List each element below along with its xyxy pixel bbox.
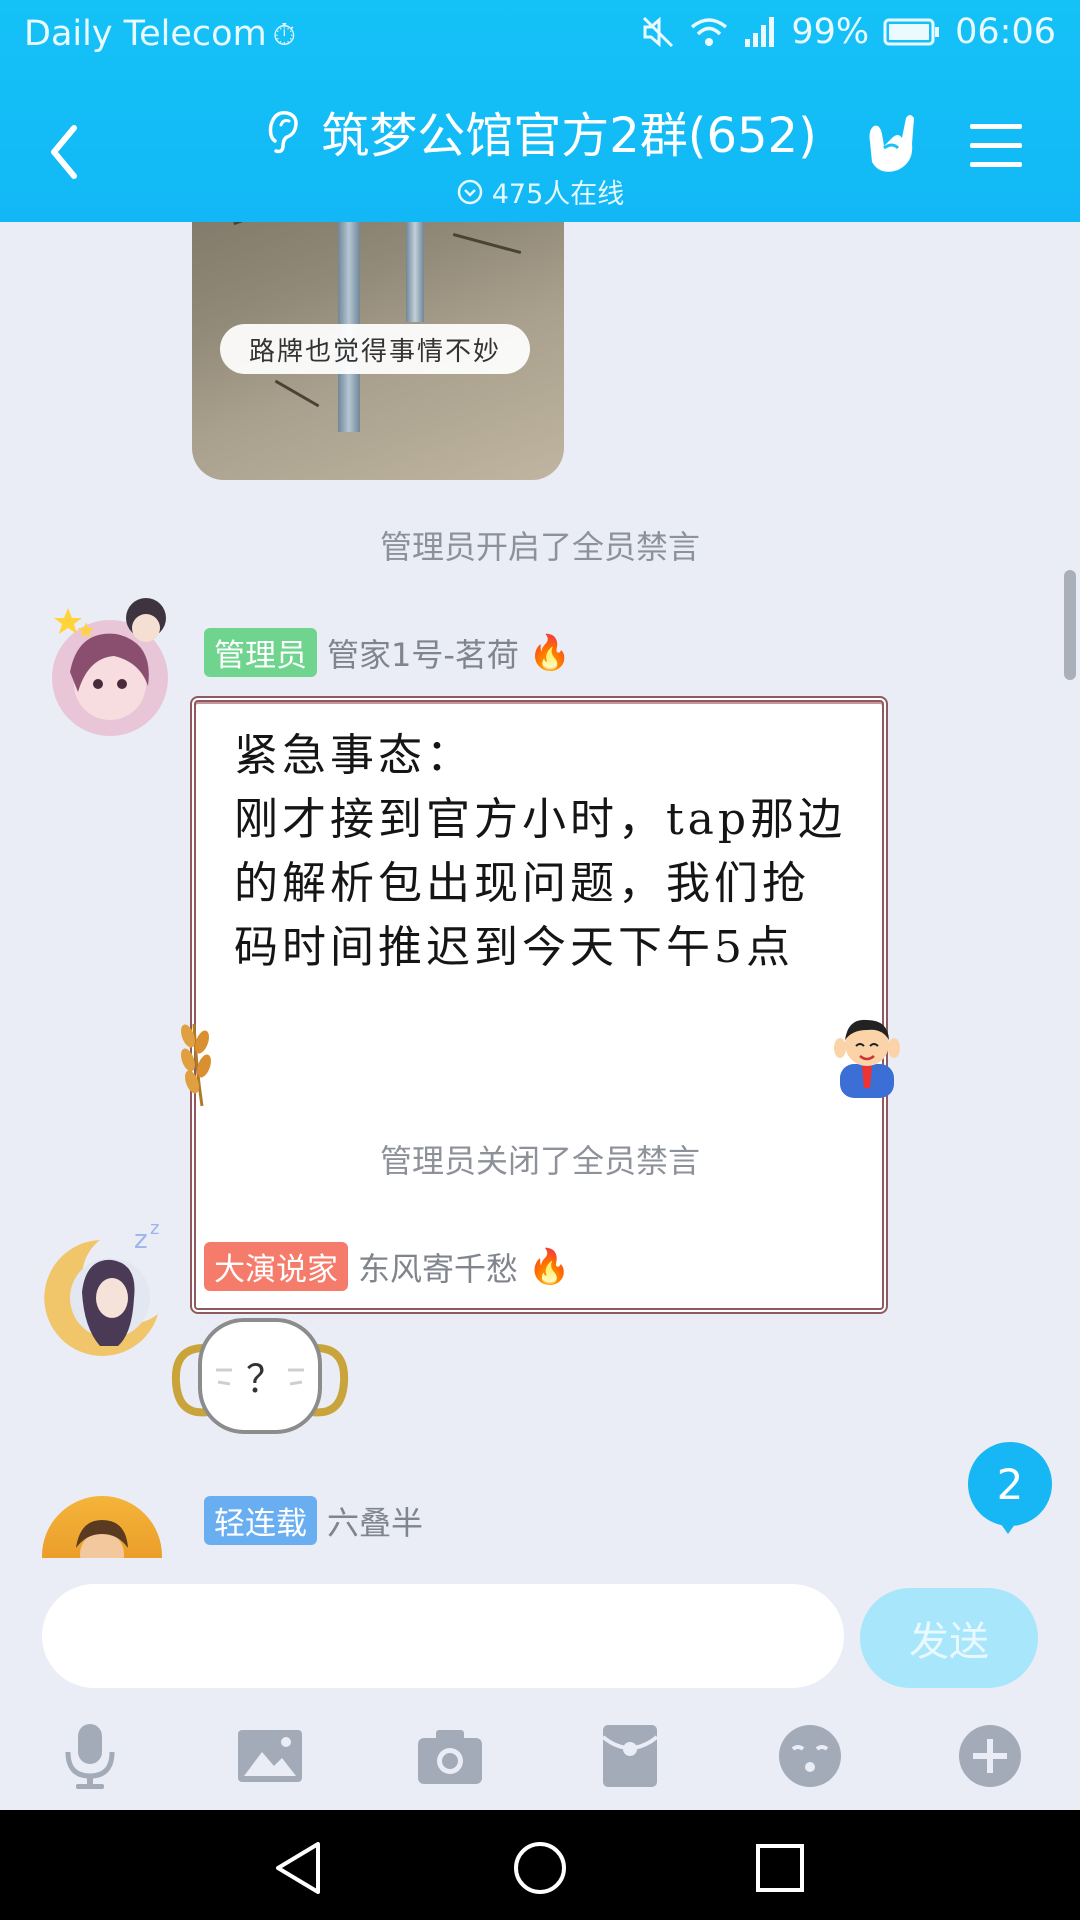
input-toolbar [0, 1710, 1080, 1810]
sticker-text: ？ [246, 1357, 285, 1401]
signal-icon [745, 17, 775, 47]
nav-home-icon[interactable] [510, 1838, 570, 1898]
status-icons: 99% 06:06 [641, 12, 1056, 52]
svg-text:z: z [150, 1218, 159, 1239]
fire-icon: 🔥 [528, 1246, 571, 1287]
unread-count-badge[interactable]: 2 [968, 1442, 1052, 1534]
wheat-icon [181, 1023, 211, 1107]
status-bar: Daily Telecom ⏱ 99% 06:06 [0, 0, 1080, 72]
avatar[interactable] [42, 1496, 162, 1558]
fire-icon: 🔥 [528, 632, 572, 673]
sender-name[interactable]: 六叠半 [327, 1498, 423, 1544]
sender-row: 管理员 管家1号-茗荷 🔥 [204, 628, 571, 677]
svg-text:z: z [134, 1225, 148, 1255]
avatar-image [76, 1520, 128, 1558]
menu-icon[interactable] [968, 120, 1024, 172]
image-branch [452, 232, 522, 255]
mute-icon [643, 16, 674, 48]
nav-recents-icon[interactable] [750, 1838, 810, 1898]
title-badge: 轻连载 [204, 1496, 317, 1545]
shared-image[interactable]: 路牌也觉得事情不妙 [192, 222, 564, 480]
image-caption: 路牌也觉得事情不妙 [220, 324, 530, 374]
clock: 06:06 [955, 12, 1056, 52]
image-branch [274, 379, 320, 408]
scrollbar[interactable] [1064, 570, 1076, 680]
chat-area[interactable]: 路牌也觉得事情不妙 管理员开启了全员禁言 管理员 管家1号-茗荷 🔥 紧急事态：… [0, 222, 1080, 1558]
red-packet-icon[interactable] [594, 1720, 666, 1792]
plus-icon[interactable] [954, 1720, 1026, 1792]
carrier-label: Daily Telecom ⏱ [24, 14, 296, 54]
group-title: 筑梦公馆官方2群(652) [321, 108, 817, 164]
boy-emoji-icon [834, 1019, 900, 1098]
alarm-icon: ⏱ [272, 18, 297, 53]
system-nav-bar [0, 1810, 1080, 1920]
emoji-icon[interactable] [774, 1720, 846, 1792]
top-bar: Daily Telecom ⏱ 99% 06:06 筑梦公馆官方2群(652) … [0, 0, 1080, 222]
system-message: 管理员开启了全员禁言 [379, 528, 700, 566]
camera-icon[interactable] [414, 1720, 486, 1792]
battery-icon [883, 18, 940, 46]
image-icon[interactable] [234, 1720, 306, 1792]
message-text: 紧急事态： 刚才接到官方小时，tap那边的解析包出现问题，我们抢码时间推迟到今天… [234, 730, 847, 973]
microphone-icon[interactable] [54, 1720, 126, 1792]
sender-name[interactable]: 管家1号-茗荷 [327, 630, 519, 676]
sticker-message[interactable]: ？ [168, 1312, 352, 1440]
ear-icon[interactable] [263, 107, 303, 155]
input-bar: 发送 [0, 1558, 1080, 1710]
nav-back-icon[interactable] [270, 1838, 330, 1898]
sender-row: 轻连载 六叠半 [204, 1496, 423, 1545]
title-badge: 大演说家 [204, 1242, 348, 1291]
battery-percent: 99% [791, 12, 870, 52]
sender-name[interactable]: 东风寄千愁 [358, 1244, 518, 1290]
avatar[interactable] [30, 592, 180, 742]
title-bar: 筑梦公馆官方2群(652) 475人在线 [0, 82, 1080, 222]
avatar-image [52, 598, 168, 736]
system-message: 管理员关闭了全员禁言 [379, 1142, 700, 1180]
image-pole [406, 222, 424, 322]
rock-hand-icon[interactable] [858, 112, 924, 178]
avatar[interactable]: z z [30, 1218, 180, 1368]
sender-row: 大演说家 东风寄千愁 🔥 [204, 1242, 570, 1291]
wifi-icon [691, 18, 728, 46]
title-badge: 管理员 [204, 628, 317, 677]
carrier-name: Daily Telecom [24, 14, 267, 54]
message-input[interactable] [42, 1584, 844, 1688]
image-branch [233, 222, 291, 226]
online-count: 475人在线 [491, 179, 625, 210]
chevron-down-circle-icon [457, 179, 482, 204]
send-button[interactable]: 发送 [860, 1588, 1038, 1688]
message-bubble[interactable]: 紧急事态： 刚才接到官方小时，tap那边的解析包出现问题，我们抢码时间推迟到今天… [190, 696, 888, 1314]
avatar-image: z z [44, 1218, 159, 1356]
